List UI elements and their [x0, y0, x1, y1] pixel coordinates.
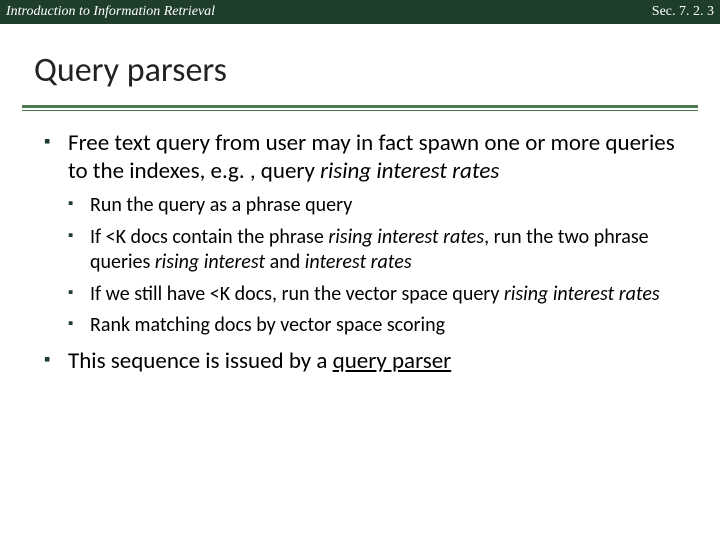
subbullet-3: If we still have <K docs, run the vector… — [68, 282, 676, 308]
bullet-1: Free text query from user may in fact sp… — [44, 129, 676, 339]
subbullet-4: Rank matching docs by vector space scori… — [68, 313, 676, 339]
section-label: Sec. 7. 2. 3 — [652, 4, 714, 20]
subbullet-2: If <K docs contain the phrase rising int… — [68, 225, 676, 276]
bullet-2-underline: query parser — [333, 347, 452, 375]
bullet-2: This sequence is issued by a query parse… — [44, 347, 676, 375]
top-bar: Introduction to Information Retrieval Se… — [0, 0, 720, 24]
title-rule-thick — [22, 105, 698, 108]
course-title: Introduction to Information Retrieval — [6, 4, 215, 20]
slide: Introduction to Information Retrieval Se… — [0, 0, 720, 540]
subbullet-1: Run the query as a phrase query — [68, 193, 676, 219]
bullet-1-italic: rising interest rates — [320, 157, 499, 185]
slide-title: Query parsers — [0, 24, 720, 97]
slide-body: Free text query from user may in fact sp… — [0, 111, 720, 375]
